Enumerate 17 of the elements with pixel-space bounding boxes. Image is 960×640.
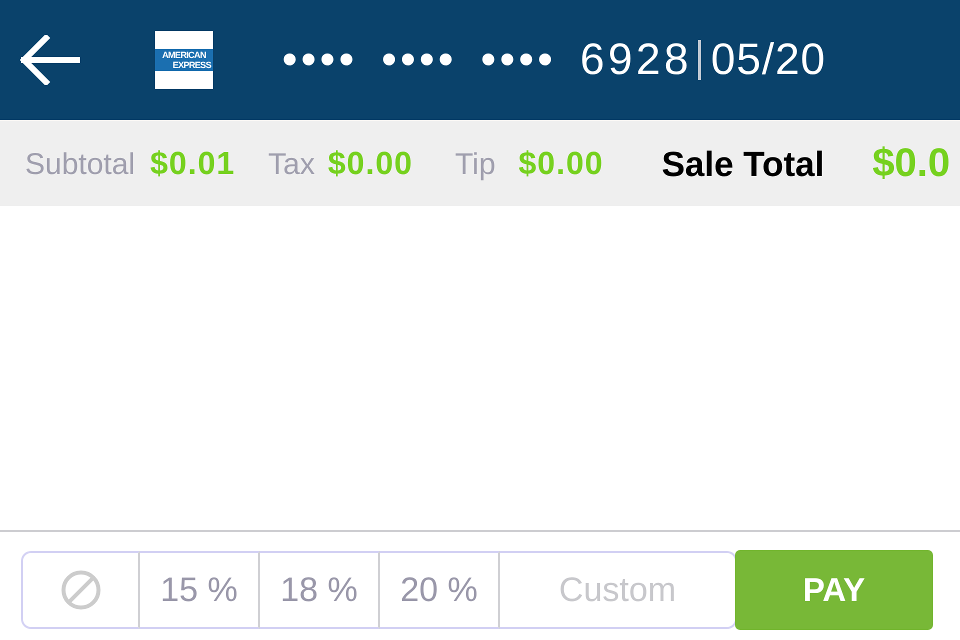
tip-percent-button[interactable]: 15 %: [140, 551, 260, 629]
card-number: •••• •••• •••• 6928: [282, 35, 692, 85]
summary-label: Subtotal: [25, 148, 136, 182]
summary-amount: $0.00: [328, 144, 413, 182]
back-button[interactable]: [20, 35, 80, 85]
summary-amount: $0.01: [150, 144, 236, 182]
expiry-date: 05/20: [710, 35, 826, 85]
pay-button[interactable]: PAY: [735, 550, 933, 630]
summary-label: Tip: [454, 148, 496, 182]
card-logo: AMERICAN EXPRESS: [155, 31, 213, 89]
summary-label: Tax: [268, 148, 315, 182]
summary-amount: $0.00: [518, 144, 604, 182]
tip-percent-button[interactable]: 18 %: [260, 551, 380, 629]
total-label: Sale Total: [662, 144, 824, 184]
total-amount: $0.0: [872, 140, 950, 186]
prohibited-icon: [60, 570, 100, 610]
tip-percent-button[interactable]: 20 %: [380, 551, 500, 629]
